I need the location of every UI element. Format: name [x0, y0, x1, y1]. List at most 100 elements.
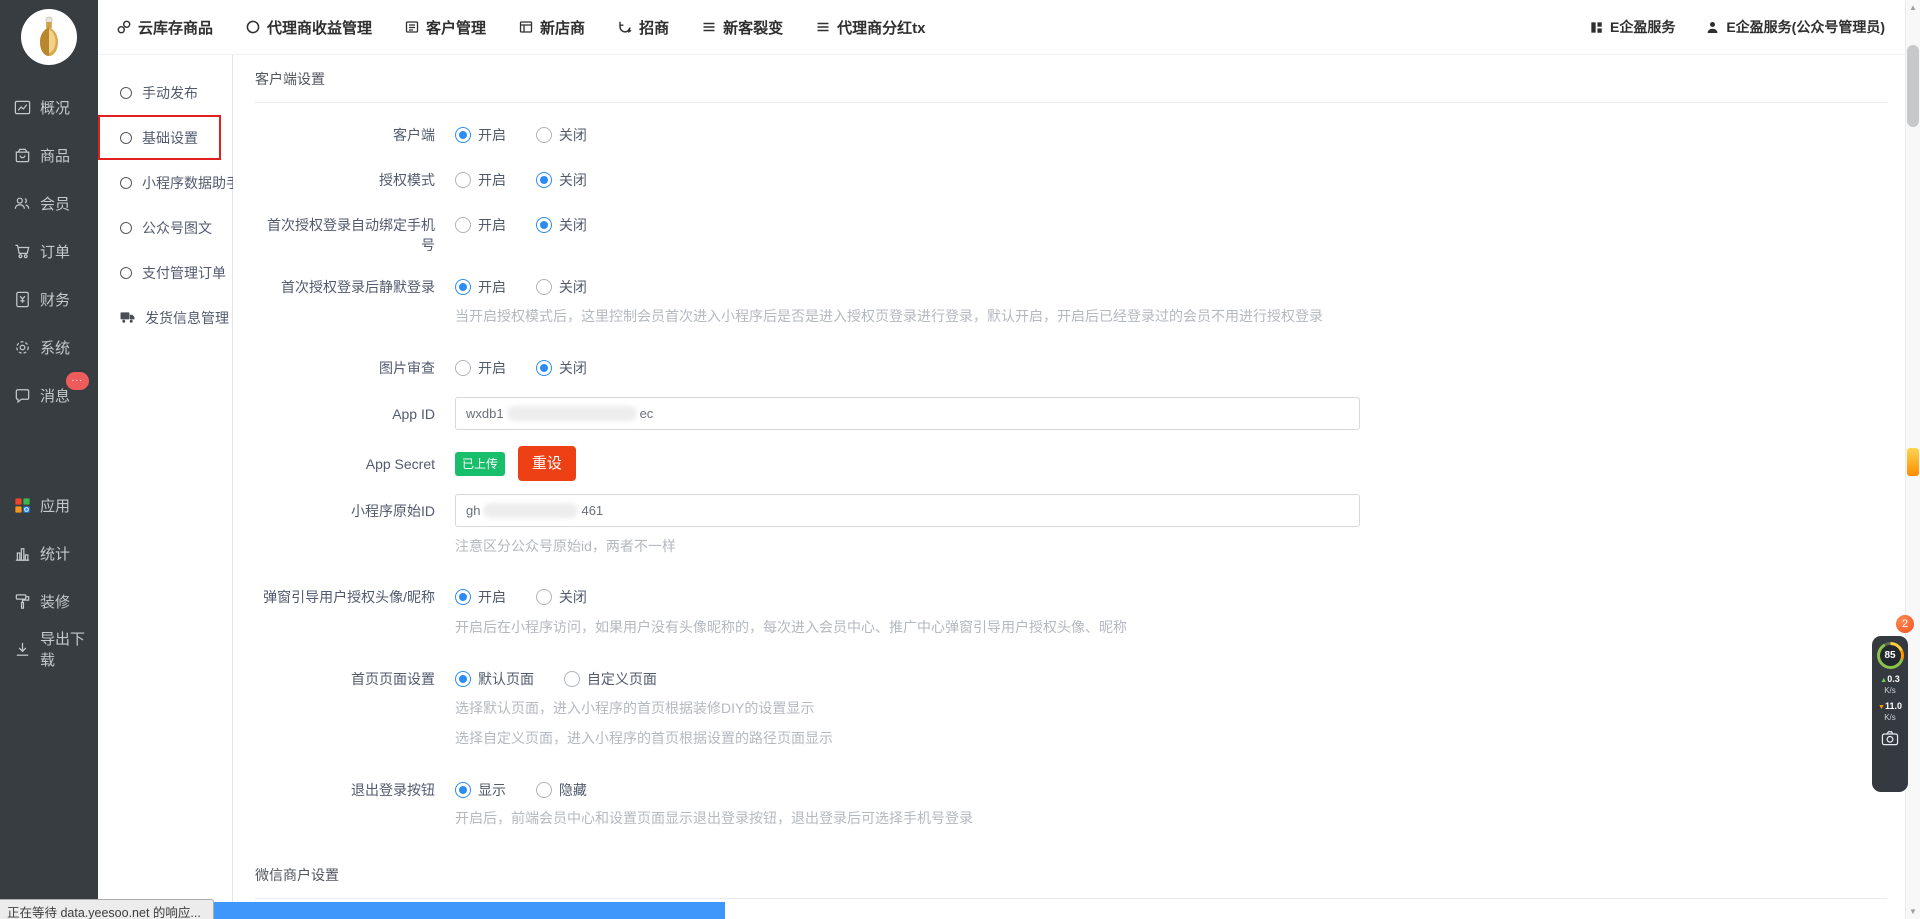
field-help: 开启后在小程序访问，如果用户没有头像昵称的，每次进入会员中心、推广中心弹窗引导用… [455, 617, 1905, 637]
field-label: 首次授权登录自动绑定手机号 [255, 215, 455, 255]
nav-item-cloud-stock[interactable]: 云库存商品 [116, 17, 213, 38]
sidebar-item-system[interactable]: 系统 [0, 323, 98, 371]
radio-option-on[interactable]: 开启 [455, 125, 506, 145]
nav-label: 招商 [639, 17, 669, 38]
radio-icon[interactable] [455, 589, 471, 605]
radio-icon[interactable] [455, 172, 471, 188]
radio-icon[interactable] [455, 217, 471, 233]
screenshot-camera-icon[interactable] [1881, 730, 1899, 746]
settings-panel: 客户端设置 客户端 开启 关闭 授权模式 开启 关闭 首次授权登录自动绑定手机号… [233, 55, 1905, 919]
sidebar-item-overview[interactable]: 概况 [0, 83, 98, 131]
radio-icon[interactable] [455, 127, 471, 143]
original-id-input[interactable]: gh 461 [455, 494, 1360, 527]
download-speed: ▼11.0 K/s [1878, 701, 1902, 723]
radio-option-on[interactable]: 开启 [455, 587, 506, 607]
radio-icon[interactable] [455, 782, 471, 798]
submenu-item-manual-publish[interactable]: 手动发布 [98, 70, 232, 115]
field-help: 开启后，前端会员中心和设置页面显示退出登录按钮，退出登录后可选择手机号登录 [455, 808, 1905, 828]
sidebar-item-finance[interactable]: 财务 [0, 275, 98, 323]
network-monitor-widget[interactable]: 85 ▲0.3 K/s ▼11.0 K/s [1872, 636, 1908, 792]
sidebar-item-apps[interactable]: 应用 [0, 481, 98, 529]
radio-icon[interactable] [536, 172, 552, 188]
radio-icon[interactable] [455, 671, 471, 687]
original-id-suffix: 461 [581, 501, 603, 521]
scroll-up-arrow[interactable]: ▲ [1906, 0, 1920, 15]
radio-option-on[interactable]: 开启 [455, 215, 506, 235]
notification-badge[interactable]: 2 [1896, 615, 1914, 633]
radio-option-on[interactable]: 开启 [455, 358, 506, 378]
field-label: 客户端 [255, 125, 455, 145]
radio-icon[interactable] [536, 360, 552, 376]
form-row-original-id: 小程序原始ID gh 461 注意区分公众号原始id，两者不一样 [255, 494, 1905, 556]
topbar-right: E企盈服务 E企盈服务(公众号管理员) [1589, 17, 1885, 37]
nav-label: 代理商收益管理 [267, 17, 372, 38]
nav-item-agent-dividend[interactable]: 代理商分红tx [815, 17, 925, 38]
sidebar-item-export[interactable]: 导出下载 [0, 625, 98, 673]
radio-option-on[interactable]: 开启 [455, 277, 506, 297]
paint-roller-icon [13, 592, 32, 611]
field-label: 授权模式 [255, 170, 455, 190]
field-help: 选择自定义页面，进入小程序的首页根据设置的路径页面显示 [455, 728, 1905, 748]
circle-icon [120, 177, 132, 189]
avatar[interactable] [21, 9, 77, 65]
submenu-item-official-articles[interactable]: 公众号图文 [98, 205, 232, 250]
uploaded-badge: 已上传 [455, 452, 505, 476]
app-id-input[interactable]: wxdb1 ec [455, 397, 1360, 430]
submenu-item-shipping-info[interactable]: 发货信息管理 [98, 295, 232, 340]
radio-option-show[interactable]: 显示 [455, 780, 506, 800]
sidebar-item-label: 商品 [40, 145, 70, 166]
gear-icon [13, 338, 32, 357]
radio-option-off[interactable]: 关闭 [536, 125, 587, 145]
divider [255, 102, 1887, 103]
sidebar-item-messages[interactable]: 消息 ... [0, 371, 98, 419]
radio-icon[interactable] [455, 279, 471, 295]
radio-option-off[interactable]: 关闭 [536, 170, 587, 190]
radio-icon[interactable] [536, 127, 552, 143]
radio-option-off[interactable]: 关闭 [536, 215, 587, 235]
radio-option-hide[interactable]: 隐藏 [536, 780, 587, 800]
sidebar-item-stats[interactable]: 统计 [0, 529, 98, 577]
form-row-app-id: App ID wxdb1 ec [255, 397, 1905, 430]
message-icon [13, 386, 32, 405]
link-icon [116, 19, 132, 35]
sidebar-spacer [0, 419, 98, 481]
form-row-app-secret: App Secret 已上传 重设 [255, 446, 1905, 481]
radio-option-default-page[interactable]: 默认页面 [455, 669, 534, 689]
submenu-item-basic-settings[interactable]: 基础设置 [98, 115, 232, 160]
submenu-item-miniapp-data[interactable]: 小程序数据助手 [98, 160, 232, 205]
sidebar-item-goods[interactable]: 商品 [0, 131, 98, 179]
account-entry[interactable]: E企盈服务(公众号管理员) [1705, 17, 1885, 37]
radio-icon[interactable] [536, 279, 552, 295]
nav-item-recruit[interactable]: 招商 [617, 17, 669, 38]
field-label: 弹窗引导用户授权头像/昵称 [255, 587, 455, 607]
menu-icon [701, 19, 717, 35]
radio-option-custom-page[interactable]: 自定义页面 [564, 669, 657, 689]
sidebar-item-decorate[interactable]: 装修 [0, 577, 98, 625]
field-body: wxdb1 ec [455, 397, 1905, 430]
radio-icon[interactable] [536, 589, 552, 605]
radio-option-off[interactable]: 关闭 [536, 358, 587, 378]
nav-item-customer-mgmt[interactable]: 客户管理 [404, 17, 486, 38]
nav-item-agent-revenue[interactable]: 代理商收益管理 [245, 17, 372, 38]
radio-option-on[interactable]: 开启 [455, 170, 506, 190]
scrollbar-thumb[interactable] [1907, 45, 1919, 127]
sidebar-item-members[interactable]: 会员 [0, 179, 98, 227]
field-label: 图片审查 [255, 358, 455, 378]
service-entry[interactable]: E企盈服务 [1589, 17, 1675, 37]
radio-icon[interactable] [564, 671, 580, 687]
radio-icon[interactable] [536, 217, 552, 233]
nav-item-fission[interactable]: 新客裂变 [701, 17, 783, 38]
radio-icon[interactable] [455, 360, 471, 376]
submenu-item-payment-orders[interactable]: 支付管理订单 [98, 250, 232, 295]
panel-icon [404, 19, 420, 35]
nav-item-new-store[interactable]: 新店商 [518, 17, 585, 38]
field-label: 小程序原始ID [255, 494, 455, 521]
form-row-image-review: 图片审查 开启 关闭 [255, 358, 1905, 381]
sidebar-item-orders[interactable]: 订单 [0, 227, 98, 275]
radio-icon[interactable] [536, 782, 552, 798]
scroll-down-arrow[interactable]: ▼ [1906, 904, 1920, 919]
reset-button[interactable]: 重设 [518, 446, 576, 481]
radio-option-off[interactable]: 关闭 [536, 277, 587, 297]
field-label: 首次授权登录后静默登录 [255, 277, 455, 297]
radio-option-off[interactable]: 关闭 [536, 587, 587, 607]
